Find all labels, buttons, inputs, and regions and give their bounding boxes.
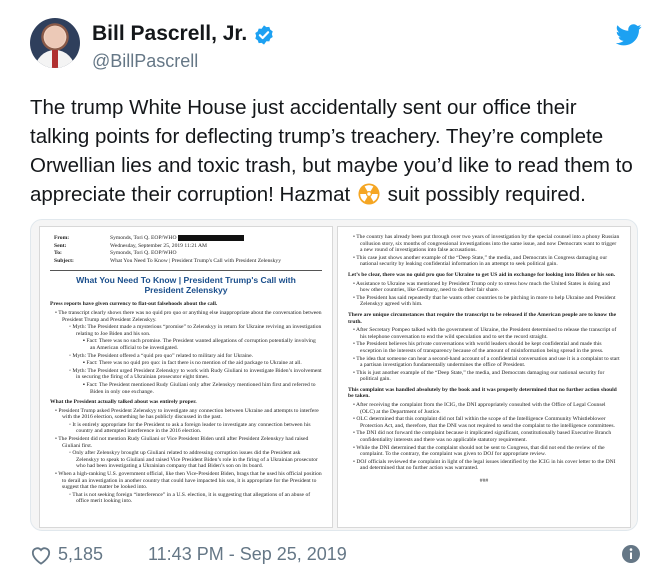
bullet-item: • The idea that someone can hear a secon… xyxy=(353,355,620,369)
section-heading: Let’s be clear, there was no quid pro qu… xyxy=(348,271,616,278)
bullet-item: • After Secretary Pompeo talked with the… xyxy=(353,327,617,340)
section-items: • The transcript clearly shows there was… xyxy=(40,310,332,395)
document-page-2[interactable]: • The country has already been put throu… xyxy=(337,226,631,528)
bullet-item: • While the DNI determined that the comp… xyxy=(353,444,605,458)
section-heading: Press reports have given currency to fla… xyxy=(50,301,218,308)
bullet-item: ◦ It is entirely appropriate for the Pre… xyxy=(69,421,311,435)
section-items: • Assistance to Ukraine was mentioned by… xyxy=(338,281,630,308)
email-header-subject: Subject: What You Need To Know | Presiden… xyxy=(54,257,281,264)
attached-images[interactable]: From: Symonds, Tori Q. EOP/WHO Sent: Wedne… xyxy=(30,219,638,531)
section-items: • After Secretary Pompeo talked with the… xyxy=(338,327,630,383)
bullet-item: • OLC determined that this complaint did… xyxy=(353,416,615,429)
bullet-item: • The President believes his private con… xyxy=(353,341,604,354)
section-items: • President Trump asked President Zelens… xyxy=(40,408,332,505)
bullet-item: • The country has already been put throu… xyxy=(353,234,620,254)
tweet-card: Bill Pascrell, Jr. @BillPascrell The tru… xyxy=(0,0,660,586)
tweet-text-end: suit possibly required. xyxy=(387,183,586,206)
twitter-bird-icon[interactable] xyxy=(616,24,642,46)
heart-icon[interactable] xyxy=(30,545,52,565)
bullet-item: ◦ That is not seeking foreign “interfere… xyxy=(69,491,311,505)
avatar-face xyxy=(45,26,65,48)
info-icon[interactable] xyxy=(621,544,641,564)
tweet-footer: 5,185 11:43 PM - Sep 25, 2019 xyxy=(30,544,640,574)
section-items: • The country has already been put throu… xyxy=(338,234,630,268)
verified-badge-icon xyxy=(255,25,273,45)
redaction-bar xyxy=(178,235,245,241)
document-title: What You Need To Know | President Trump'… xyxy=(76,275,296,296)
bullet-item: ◦ Myth: The President made a mysterious … xyxy=(69,324,322,337)
tweet-text: The trump White House just accidentally … xyxy=(30,93,640,209)
tweet-timestamp[interactable]: 11:43 PM - Sep 25, 2019 xyxy=(148,544,347,565)
bullet-item: • DOJ officials reviewed the complaint i… xyxy=(353,458,616,472)
bullet-item: ▪ Fact: There was no quid pro quo: in fa… xyxy=(83,360,302,367)
avatar[interactable] xyxy=(30,18,80,68)
bullet-item: • President Trump asked President Zelens… xyxy=(55,407,319,421)
section-heading: There are unique circumstances that requ… xyxy=(348,311,617,325)
bullet-item: • The transcript clearly shows there was… xyxy=(55,309,322,323)
end-mark: ### xyxy=(479,478,489,484)
bullet-item: • The President has said repeatedly that… xyxy=(353,294,616,308)
like-count[interactable]: 5,185 xyxy=(58,544,103,565)
bullet-item: • After receiving the complaint from the… xyxy=(353,402,606,415)
section-heading: This complaint was handled absolutely by… xyxy=(348,386,617,400)
author-name[interactable]: Bill Pascrell, Jr. xyxy=(92,22,247,46)
bullet-item: ▪ Fact: There was no such promise. The P… xyxy=(83,338,316,351)
email-header-sent: Sent: Wednesday, September 25, 2019 11:21… xyxy=(54,242,208,249)
bullet-item: • When a high-ranking U.S. government of… xyxy=(55,471,322,491)
bullet-item: ◦ Myth: The President urged President Ze… xyxy=(69,367,322,381)
bullet-item: ◦ Only after Zelenskyy brought up Giulia… xyxy=(69,450,318,470)
bullet-item: ▪ Fact: The President mentioned Rudy Giu… xyxy=(83,381,316,395)
section-heading: What the President actually talked about… xyxy=(50,399,197,406)
email-header-to: To: Symonds, Tori Q. EOP/WHO xyxy=(54,250,177,257)
bullet-item: • This case just shows another example o… xyxy=(353,254,608,268)
avatar-tie xyxy=(52,50,58,68)
section-items: • After receiving the complaint from the… xyxy=(338,402,630,472)
radioactive-emoji-icon xyxy=(358,183,380,205)
bullet-item: ◦ Myth: The President offered a “quid pr… xyxy=(69,352,253,359)
author-handle[interactable]: @BillPascrell xyxy=(92,51,198,72)
email-header-from: From: Symonds, Tori Q. EOP/WHO xyxy=(54,235,332,242)
bullet-item: • This is just another example of the “D… xyxy=(353,369,605,383)
bullet-item: • The President did not mention Rudy Giu… xyxy=(55,436,309,449)
divider xyxy=(50,270,322,272)
bullet-item: • The DNI did not forward the complaint … xyxy=(353,430,612,444)
bullet-item: • Assistance to Ukraine was mentioned by… xyxy=(353,280,610,294)
document-page-1[interactable]: From: Symonds, Tori Q. EOP/WHO Sent: Wedne… xyxy=(39,226,333,528)
